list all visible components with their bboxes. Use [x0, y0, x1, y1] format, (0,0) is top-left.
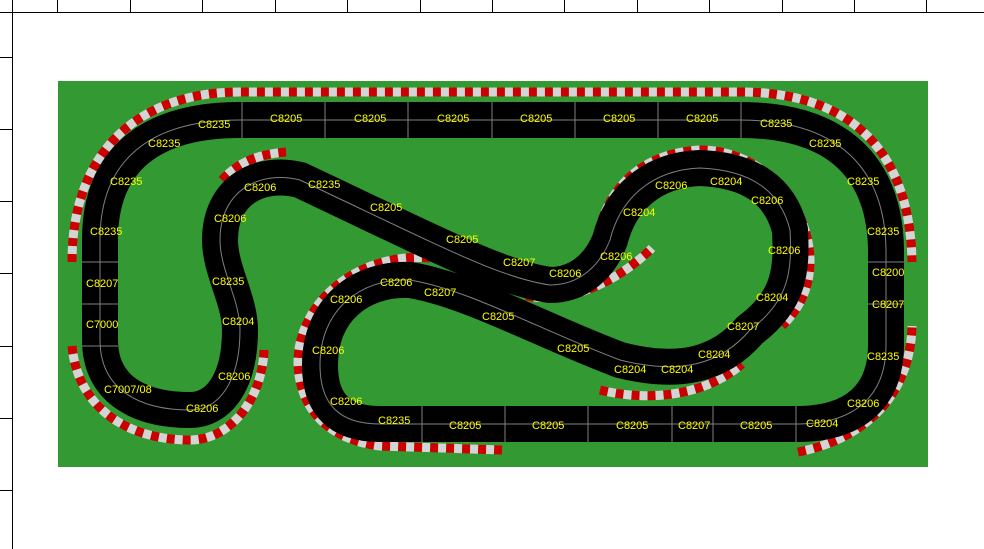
piece-label: C8205 [520, 113, 552, 125]
piece-label: C8235 [148, 138, 180, 150]
piece-label: C8206 [380, 277, 412, 289]
piece-label: C8204 [222, 316, 254, 328]
piece-label: C8204 [806, 418, 838, 430]
piece-label: C8204 [623, 207, 655, 219]
piece-label: C8206 [244, 182, 276, 194]
piece-label: C8206 [600, 251, 632, 263]
piece-label: C8206 [330, 396, 362, 408]
piece-label: C7007/08 [104, 384, 152, 396]
piece-label: C8205 [603, 113, 635, 125]
piece-label: C8206 [549, 268, 581, 280]
piece-label: C8204 [661, 364, 693, 376]
piece-label: C8205 [740, 420, 772, 432]
piece-label: C8205 [270, 113, 302, 125]
piece-label: C7000 [86, 319, 118, 331]
piece-label: C8206 [847, 398, 879, 410]
piece-label: C8207 [86, 278, 118, 290]
piece-label: C8205 [446, 234, 478, 246]
piece-label: C8235 [212, 276, 244, 288]
piece-label: C8207 [503, 257, 535, 269]
piece-label: C8207 [678, 420, 710, 432]
track-layout-canvas[interactable]: C8235 C8205 C8205 C8205 C8205 C8205 C820… [0, 0, 984, 549]
piece-label: C8205 [616, 420, 648, 432]
piece-label: C8207 [872, 299, 904, 311]
piece-label: C8206 [655, 180, 687, 192]
piece-label: C8206 [186, 403, 218, 415]
piece-label: C8204 [614, 364, 646, 376]
piece-label: C8206 [751, 195, 783, 207]
piece-label: C8206 [218, 371, 250, 383]
piece-label: C8204 [710, 176, 742, 188]
piece-label: C8205 [437, 113, 469, 125]
piece-label: C8235 [308, 179, 340, 191]
piece-label: C8207 [424, 287, 456, 299]
piece-label: C8205 [482, 311, 514, 323]
piece-label: C8235 [110, 176, 142, 188]
piece-label: C8206 [768, 245, 800, 257]
piece-label: C8206 [214, 213, 246, 225]
piece-label: C8206 [330, 294, 362, 306]
piece-label: C8204 [698, 349, 730, 361]
piece-label: C8205 [354, 113, 386, 125]
piece-label: C8235 [90, 226, 122, 238]
piece-label: C8235 [867, 351, 899, 363]
piece-label: C8205 [449, 420, 481, 432]
piece-label: C8235 [809, 138, 841, 150]
piece-label: C8205 [686, 113, 718, 125]
piece-label: C8205 [532, 420, 564, 432]
piece-label: C8235 [198, 119, 230, 131]
piece-label: C8235 [760, 118, 792, 130]
piece-label: C8235 [867, 226, 899, 238]
piece-label: C8206 [312, 345, 344, 357]
piece-label: C8205 [370, 202, 402, 214]
piece-label: C8205 [557, 343, 589, 355]
piece-label: C8235 [378, 415, 410, 427]
piece-label: C8235 [847, 176, 879, 188]
piece-label: C8200 [872, 267, 904, 279]
piece-label: C8204 [756, 292, 788, 304]
piece-label: C8207 [727, 321, 759, 333]
